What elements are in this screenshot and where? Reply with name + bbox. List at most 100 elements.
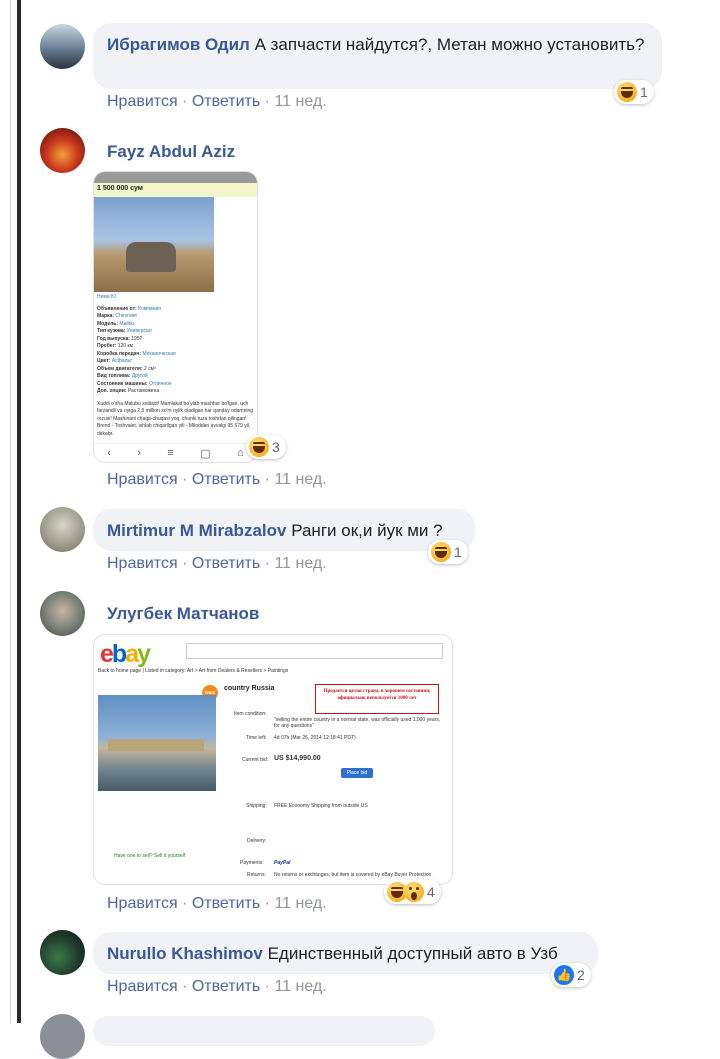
- car-photo: [94, 197, 214, 292]
- returns-label: Returns:: [247, 872, 266, 878]
- comment-author[interactable]: Fayz Abdul Aziz: [107, 142, 235, 162]
- time-left: 4d 07h (Mar 26, 2014 12:18:41 PDT): [274, 735, 356, 741]
- haha-icon: [431, 542, 451, 562]
- like-link[interactable]: Нравится: [107, 895, 178, 912]
- comment-text: Единственный доступный авто в Узб: [267, 944, 558, 963]
- tabs-icon: ▢: [200, 447, 211, 460]
- comment-bubble: Mirtimur M Mirabzalov Ранги ок,и йук ми …: [93, 509, 475, 551]
- avatar[interactable]: [40, 507, 85, 552]
- reply-link[interactable]: Ответить: [192, 978, 260, 995]
- listing-title: country Russia: [224, 685, 275, 692]
- haha-icon: [617, 82, 637, 102]
- reaction-count: 1: [640, 84, 648, 100]
- like-link[interactable]: Нравится: [107, 471, 178, 488]
- time-left-label: Time left:: [246, 735, 267, 741]
- listing-description: Xuddi o'sha Malubo sotiladi! Mamlakat bo…: [97, 400, 254, 437]
- comment-bubble: [93, 1016, 435, 1046]
- comment-text: А запчасти найдутся?, Метан можно устано…: [254, 35, 645, 54]
- reaction-summary[interactable]: 1: [614, 80, 654, 104]
- listing-price: US $14,990.00: [274, 755, 321, 762]
- spec-row: Объявление от: Компания: [97, 305, 161, 312]
- phone-status-bar: [94, 172, 257, 183]
- comment-bubble: Ибрагимов Одил А запчасти найдутся?, Мет…: [93, 23, 662, 89]
- avatar[interactable]: [40, 930, 85, 975]
- attached-image[interactable]: ebay Back to home page | Listed in categ…: [93, 634, 453, 885]
- spec-row: Вид топлива: Другой: [97, 373, 148, 379]
- price-label: Current bid:: [242, 757, 269, 763]
- returns-text: No returns or exchanges, but item is cov…: [274, 872, 432, 878]
- comment-actions: Нравится · Ответить · 11 нед.: [107, 471, 327, 488]
- forward-icon: ›: [137, 447, 141, 459]
- comment-actions: Нравится · Ответить · 11 нед.: [107, 555, 327, 572]
- spec-row: Тип кузова: Универсал: [97, 328, 152, 334]
- reaction-summary[interactable]: 👍 2: [551, 963, 591, 987]
- timestamp[interactable]: 11 нед.: [274, 978, 326, 995]
- attached-image[interactable]: 1 500 000 сум Нема Ю Объявление от: Комп…: [93, 171, 258, 463]
- reply-link[interactable]: Ответить: [192, 471, 260, 488]
- shipping-text: FREE Economy Shipping from outside US: [274, 803, 368, 809]
- like-link[interactable]: Нравится: [107, 978, 178, 995]
- comment-actions: Нравится · Ответить · 11 нед.: [107, 895, 327, 912]
- comment-actions: Нравится · Ответить · 11 нед.: [107, 978, 327, 995]
- timestamp[interactable]: 11 нед.: [274, 471, 326, 488]
- sell-link: Have one to sell? Sell it yourself: [114, 853, 186, 859]
- spec-row: Модель: Malibu: [97, 320, 135, 327]
- condition-label: Item condition:: [234, 711, 267, 717]
- avatar[interactable]: [40, 128, 85, 173]
- place-bid-button: Place bid: [341, 768, 373, 778]
- paypal-text: PayPal: [274, 860, 291, 866]
- ebay-breadcrumb: Back to home page | Listed in category: …: [98, 668, 289, 674]
- timestamp[interactable]: 11 нед.: [274, 895, 326, 912]
- like-icon: 👍: [554, 965, 574, 985]
- comment-author[interactable]: Nurullo Khashimov: [107, 944, 263, 963]
- back-icon: ‹: [107, 447, 111, 459]
- spec-row: Год выпуска: 1957: [97, 335, 143, 342]
- ebay-logo: ebay: [100, 640, 151, 668]
- reaction-count: 3: [272, 439, 280, 455]
- reply-link[interactable]: Ответить: [192, 895, 260, 912]
- listing-link: Нема Ю: [97, 294, 117, 300]
- delivery-label: Delivery:: [247, 838, 267, 844]
- haha-icon: [249, 437, 269, 457]
- avatar[interactable]: [40, 591, 85, 636]
- avatar[interactable]: [40, 24, 85, 69]
- comment-author[interactable]: Ибрагимов Одил: [107, 35, 250, 54]
- phone-nav-bar: ‹ › ≡ ▢ ⌂: [94, 443, 257, 462]
- avatar[interactable]: [40, 1014, 85, 1059]
- payments-label: Payments:: [240, 860, 264, 866]
- menu-icon: ≡: [167, 447, 174, 459]
- listing-price: 1 500 000 сум: [94, 183, 257, 197]
- spec-row: Цвет: Асфальт: [97, 358, 133, 364]
- comment-author[interactable]: Mirtimur M Mirabzalov: [107, 521, 286, 540]
- timestamp[interactable]: 11 нед.: [274, 555, 326, 572]
- reaction-count: 4: [427, 884, 435, 900]
- translation-note: Продается целая страна, в хорошем состоя…: [315, 684, 439, 714]
- reaction-summary[interactable]: 1: [428, 540, 468, 564]
- ebay-search-bar: [186, 643, 443, 659]
- spec-row: Объем двигателя: 2 см³: [97, 365, 156, 372]
- comment-bubble: Nurullo Khashimov Единственный доступный…: [93, 932, 598, 974]
- wow-icon: [404, 882, 424, 902]
- spec-row: Коробка передач: Механическая: [97, 350, 176, 357]
- page-edge-line: [10, 0, 11, 1023]
- spec-row: Пробег: 120 км: [97, 343, 134, 349]
- reaction-summary[interactable]: 4: [384, 880, 441, 904]
- spec-row: Состояние машины: Отличное: [97, 380, 172, 387]
- reply-link[interactable]: Ответить: [192, 93, 260, 110]
- kremlin-photo: [98, 695, 216, 791]
- spec-row: Доп. опции: Растаможена: [97, 388, 160, 394]
- spec-row: Марка: Chevrolet: [97, 313, 137, 319]
- thread-rail: [17, 0, 21, 1023]
- comment-actions: Нравится · Ответить · 11 нед.: [107, 93, 327, 110]
- like-link[interactable]: Нравится: [107, 555, 178, 572]
- comment-text: Ранги ок,и йук ми ?: [291, 521, 443, 540]
- reaction-count: 1: [454, 544, 462, 560]
- listing-specs: Объявление от: Компания Марка: Chevrolet…: [94, 304, 257, 398]
- reaction-count: 2: [577, 967, 585, 983]
- home-icon: ⌂: [237, 447, 244, 459]
- timestamp[interactable]: 11 нед.: [274, 93, 326, 110]
- reply-link[interactable]: Ответить: [192, 555, 260, 572]
- like-link[interactable]: Нравится: [107, 93, 178, 110]
- reaction-summary[interactable]: 3: [246, 435, 286, 459]
- comment-author[interactable]: Улугбек Матчанов: [107, 604, 259, 624]
